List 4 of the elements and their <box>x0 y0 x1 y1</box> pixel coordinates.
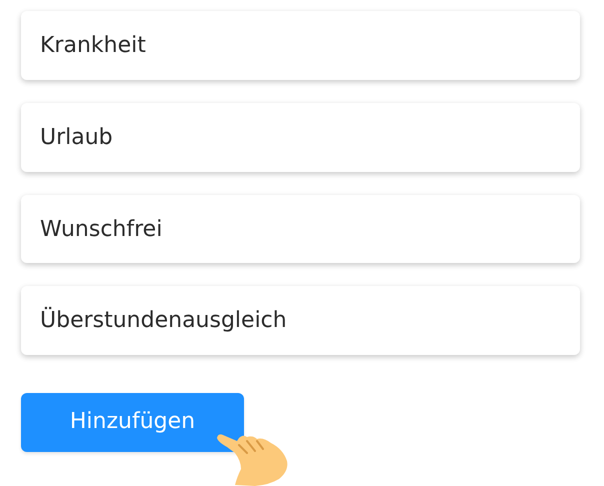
option-item[interactable]: Urlaub <box>21 102 580 172</box>
option-item[interactable]: Krankheit <box>21 11 580 80</box>
option-item[interactable]: Überstundenausgleich <box>21 286 580 356</box>
option-item[interactable]: Wunschfrei <box>21 194 580 264</box>
